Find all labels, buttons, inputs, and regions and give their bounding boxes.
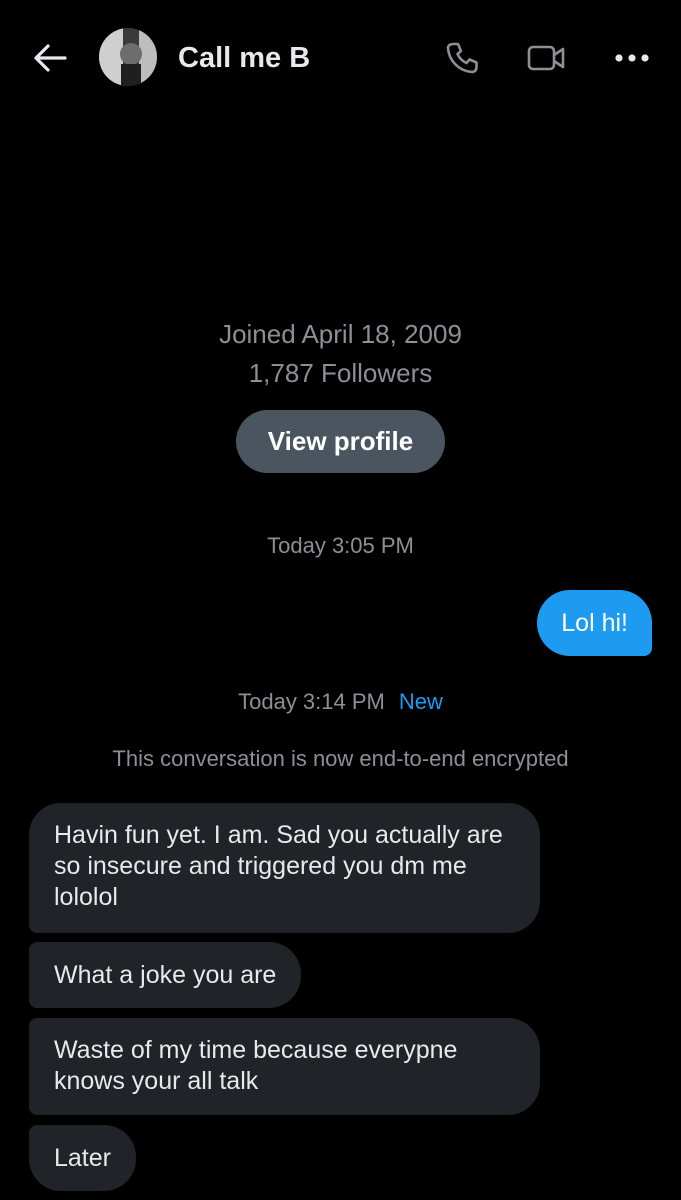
call-button[interactable] — [440, 38, 484, 78]
video-call-button[interactable] — [524, 38, 568, 78]
profile-summary: Joined April 18, 2009 1,787 Followers — [0, 315, 681, 393]
timestamp-text: Today 3:14 PM — [238, 689, 385, 714]
more-options-button[interactable] — [610, 38, 654, 78]
followers-count: 1,787 Followers — [248, 358, 433, 388]
outgoing-message[interactable]: Lol hi! — [537, 590, 652, 656]
encryption-notice: This conversation is now end-to-end encr… — [112, 746, 569, 771]
incoming-message[interactable]: Waste of my time because everypne knows … — [29, 1018, 540, 1115]
video-camera-icon — [527, 45, 565, 71]
incoming-message[interactable]: Later — [29, 1125, 136, 1191]
back-button[interactable] — [30, 38, 70, 78]
avatar-image — [99, 28, 157, 86]
joined-date: Joined April 18, 2009 — [219, 319, 462, 349]
more-horizontal-icon — [615, 54, 649, 62]
chat-header: Call me B — [0, 0, 681, 115]
incoming-message[interactable]: What a joke you are — [29, 942, 302, 1008]
message-timestamp-new: Today 3:14 PM New — [0, 687, 681, 717]
new-badge: New — [398, 689, 443, 714]
arrow-left-icon — [34, 44, 67, 72]
incoming-message[interactable]: Havin fun yet. I am. Sad you actually ar… — [29, 803, 540, 933]
view-profile-button[interactable]: View profile — [236, 410, 445, 473]
phone-icon — [446, 42, 478, 74]
conversation-title[interactable]: Call me B — [178, 38, 310, 78]
avatar[interactable] — [99, 28, 157, 86]
message-timestamp: Today 3:05 PM — [267, 533, 414, 558]
